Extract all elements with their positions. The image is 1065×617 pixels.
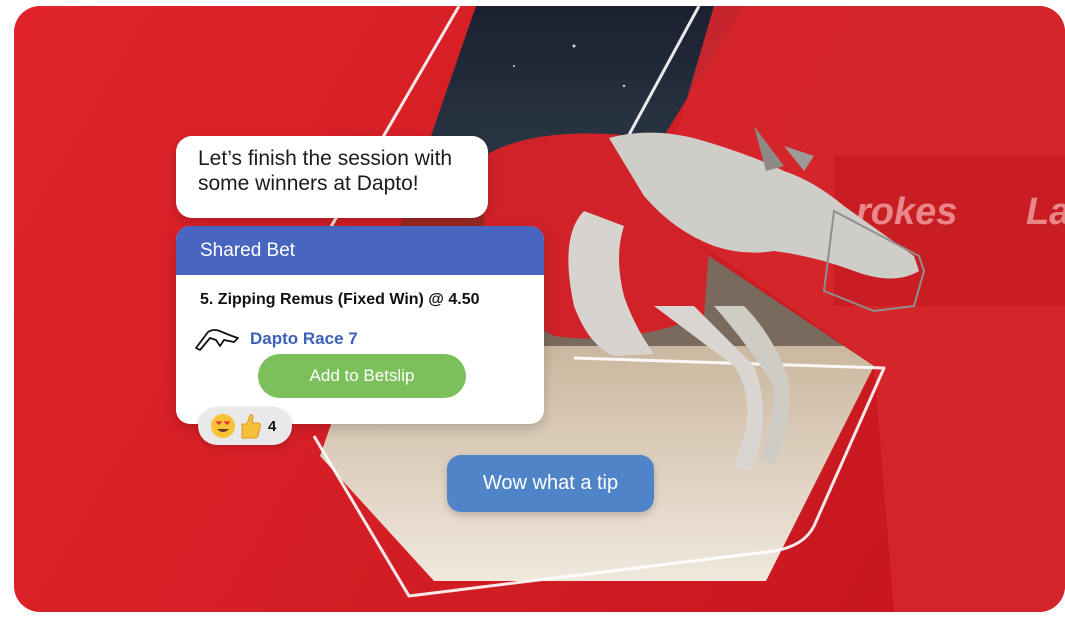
- shared-bet-header: Shared Bet: [176, 226, 544, 275]
- heart-eyes-emoji-icon: [211, 414, 235, 438]
- reaction-count: 4: [268, 417, 277, 435]
- race-link-label[interactable]: Dapto Race 7: [250, 329, 358, 349]
- chat-message-top: Let’s finish the session with some winne…: [176, 136, 488, 218]
- promo-card: rokes La Let’s finish the session with s…: [14, 6, 1065, 612]
- race-link-row[interactable]: Dapto Race 7: [194, 324, 358, 354]
- sponsor-text-right: La: [1026, 191, 1065, 233]
- greyhound-icon: [195, 329, 239, 351]
- bet-selection: 5. Zipping Remus (Fixed Win) @ 4.50: [200, 291, 480, 308]
- shared-bet-card: Shared Bet 5. Zipping Remus (Fixed Win) …: [176, 226, 544, 424]
- reactions-pill[interactable]: 4: [198, 407, 292, 445]
- chat-message-line1: Let’s finish the session with: [198, 147, 453, 170]
- svg-text:La: La: [1026, 191, 1065, 233]
- chat-message-line2: some winners at Dapto!: [198, 172, 419, 195]
- add-to-betslip-button[interactable]: Add to Betslip: [258, 354, 466, 398]
- chat-reply-message: Wow what a tip: [447, 455, 654, 512]
- thumbs-up-emoji-icon: [241, 414, 261, 439]
